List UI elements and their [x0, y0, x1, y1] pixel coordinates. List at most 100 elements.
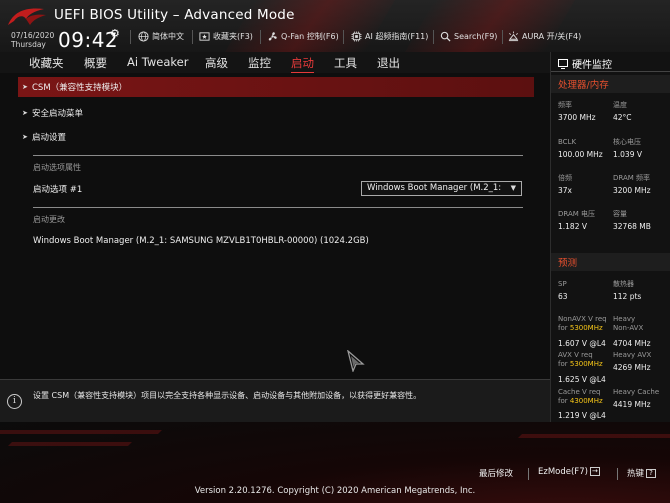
for-text: for: [558, 324, 568, 332]
boot-settings-panel: ➤ CSM（兼容性支持模块） ➤ 安全启动菜单 ➤ 启动设置 启动选项属性 启动…: [0, 73, 550, 379]
tab-exit[interactable]: 退出: [377, 55, 400, 71]
cache-req-label: Cache V req for 4300MHz: [558, 388, 603, 406]
ratio-label: 倍频: [558, 174, 572, 182]
freq-label: 频率: [558, 101, 572, 109]
footer-decoration: [0, 430, 162, 434]
tab-favorites[interactable]: 收藏夹: [29, 55, 64, 71]
title-bar: UEFI BIOS Utility – Advanced Mode 07/16/…: [0, 0, 670, 52]
cooler-label: 散热器: [613, 280, 634, 288]
boot-option-1-label: 启动选项 #1: [33, 185, 83, 195]
footer-divider: [528, 468, 529, 480]
section-divider: [33, 155, 523, 156]
cache-req-freq: 4300MHz: [569, 397, 603, 405]
bclk-value: 100.00 MHz: [558, 150, 603, 159]
cache-req-label-line1: Cache V req: [558, 388, 601, 396]
ezmode-label: EzMode(F7): [538, 467, 588, 477]
heavy-cache-label: Heavy Cache: [613, 388, 660, 396]
menu-item-secure-boot[interactable]: ➤ 安全启动菜单: [18, 103, 534, 123]
heavy-nonavx-label-line2: Non-AVX: [613, 324, 644, 332]
boot-override-item[interactable]: Windows Boot Manager (M.2_1: SAMSUNG MZV…: [33, 236, 369, 246]
favorites-icon: [199, 32, 210, 41]
monitor-icon: [558, 58, 568, 69]
ai-oc-guide-label: AI 超频指南(F11): [365, 32, 429, 41]
dram-freq-value: 3200 MHz: [613, 186, 651, 195]
core-voltage-label: 核心电压: [613, 138, 641, 146]
heavy-cache-value: 4419 MHz: [613, 400, 651, 409]
aura-toggle-button[interactable]: AURA 开/关(F4): [508, 31, 581, 42]
avx-req-label: AVX V req for 5300MHz: [558, 351, 603, 369]
hotkeys-button[interactable]: 热键?: [627, 467, 657, 479]
tab-advanced[interactable]: 高级: [205, 55, 228, 71]
tab-boot[interactable]: 启动: [291, 55, 314, 74]
language-label: 简体中文: [152, 32, 184, 41]
boot-option-1-dropdown[interactable]: Windows Boot Manager (M.2_1: ▼: [361, 181, 522, 196]
menu-item-label: 启动设置: [32, 133, 67, 143]
temp-value: 42°C: [613, 113, 632, 122]
tab-ai-tweaker[interactable]: Ai Tweaker: [127, 55, 188, 69]
heavy-nonavx-label-line1: Heavy: [613, 315, 636, 323]
last-modified-button[interactable]: 最后修改: [479, 467, 513, 479]
boot-option-section-title: 启动选项属性: [33, 163, 81, 172]
tab-monitor[interactable]: 监控: [248, 55, 271, 71]
dram-freq-label: DRAM 频率: [613, 174, 651, 182]
help-text: 设置 CSM（兼容性支持模块）项目以完全支持各种显示设备、启动设备与其他附加设备…: [33, 391, 422, 400]
footer-divider: [617, 468, 618, 480]
search-label: Search(F9): [454, 32, 498, 41]
menu-item-boot-config[interactable]: ➤ 启动设置: [18, 127, 534, 147]
qfan-label: Q-Fan 控制(F6): [281, 32, 339, 41]
clock-settings-gear-icon[interactable]: ⚙: [110, 27, 120, 40]
heavy-avx-label: Heavy AVX: [613, 351, 652, 359]
header-divider: [260, 30, 261, 44]
chevron-right-icon: ➤: [22, 133, 28, 141]
favorites-button[interactable]: 收藏夹(F3): [199, 31, 253, 42]
tab-main[interactable]: 概要: [84, 55, 107, 71]
nonavx-req-value: 1.607 V @L4: [558, 339, 606, 348]
ratio-value: 37x: [558, 186, 572, 195]
capacity-label: 容量: [613, 210, 627, 218]
cache-req-value: 1.219 V @L4: [558, 411, 606, 420]
help-bar: i 设置 CSM（兼容性支持模块）项目以完全支持各种显示设备、启动设备与其他附加…: [0, 379, 550, 422]
search-button[interactable]: Search(F9): [440, 31, 497, 42]
menu-item-csm[interactable]: ➤ CSM（兼容性支持模块）: [18, 77, 534, 97]
dram-voltage-label: DRAM 电压: [558, 210, 596, 218]
aura-label: AURA 开/关(F4): [522, 32, 582, 41]
boot-override-section-title: 启动更改: [33, 215, 65, 224]
header-divider: [192, 30, 193, 44]
app-title: UEFI BIOS Utility – Advanced Mode: [54, 7, 295, 23]
ai-oc-guide-button[interactable]: AI 超频指南(F11): [351, 31, 428, 42]
mouse-pointer-icon: [347, 350, 365, 372]
footer-bar: 最后修改 EzMode(F7) → 热键? Version 2.20.1276. …: [0, 422, 670, 503]
nonavx-req-label: NonAVX V req for 5300MHz: [558, 315, 607, 333]
footer-decoration: [8, 442, 132, 446]
for-text: for: [558, 397, 568, 405]
hotkeys-label: 热键: [627, 469, 645, 479]
fan-icon: [268, 32, 277, 41]
temp-label: 温度: [613, 101, 627, 109]
header-divider: [130, 30, 131, 44]
info-icon: i: [7, 394, 22, 409]
cooler-value: 112 pts: [613, 292, 642, 301]
tab-tool[interactable]: 工具: [334, 55, 357, 71]
nonavx-req-label-line2: for 5300MHz: [558, 324, 607, 333]
favorites-label: 收藏夹(F3): [213, 32, 253, 41]
avx-req-value: 1.625 V @L4: [558, 375, 606, 384]
date-text: 07/16/2020: [11, 31, 55, 40]
language-button[interactable]: 简体中文: [138, 31, 184, 42]
main-tab-bar: 收藏夹 概要 Ai Tweaker 高级 监控 启动 工具 退出: [0, 52, 550, 74]
freq-value: 3700 MHz: [558, 113, 596, 122]
chevron-right-icon: ➤: [22, 109, 28, 117]
menu-item-label: 安全启动菜单: [32, 109, 84, 119]
section-divider: [33, 207, 523, 208]
core-voltage-value: 1.039 V: [613, 150, 642, 159]
header-divider: [502, 30, 503, 44]
for-text: for: [558, 360, 568, 368]
capacity-value: 32768 MB: [613, 222, 651, 231]
exit-arrow-icon: →: [589, 467, 600, 476]
hardware-monitor-panel: 硬件监控 处理器/内存 频率 温度 3700 MHz 42°C BCLK 核心电…: [550, 52, 670, 422]
qfan-button[interactable]: Q-Fan 控制(F6): [267, 31, 339, 42]
weekday-text: Thursday: [11, 40, 46, 49]
chevron-right-icon: ➤: [22, 83, 28, 91]
header-decoration: [404, 0, 576, 52]
ezmode-button[interactable]: EzMode(F7) →: [538, 467, 600, 477]
hardware-monitor-title-text: 硬件监控: [572, 60, 612, 71]
